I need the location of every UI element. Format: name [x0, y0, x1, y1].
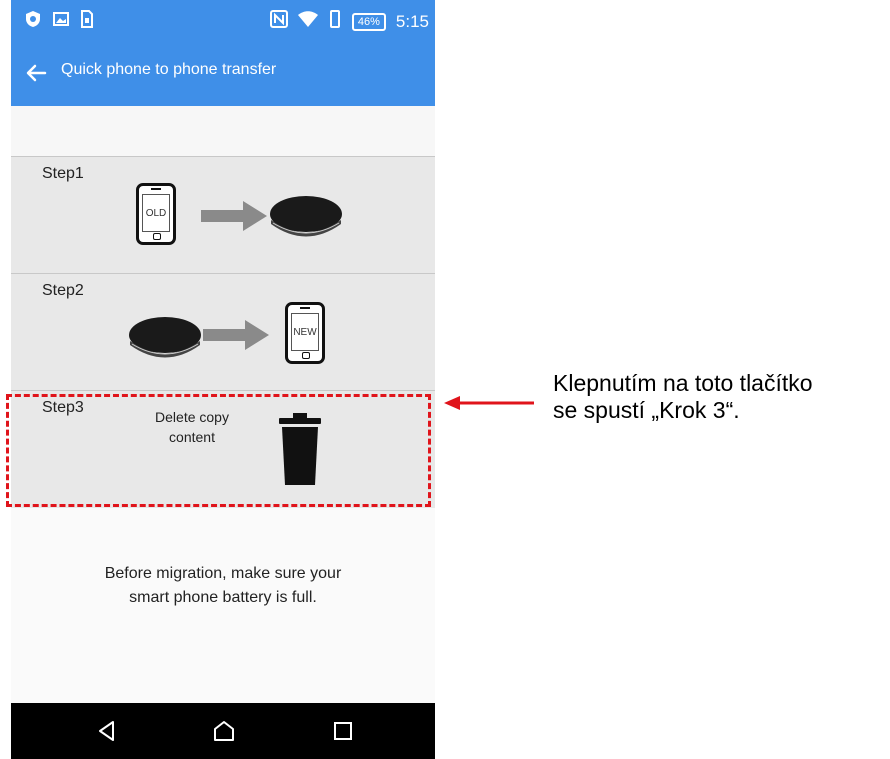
nav-back-icon[interactable] [95, 719, 119, 743]
step-1-label: Step1 [42, 165, 84, 182]
old-phone-label: OLD [142, 194, 170, 232]
step-2-row[interactable]: Step2 NEW [11, 273, 435, 391]
navigation-bar [11, 703, 435, 759]
wifi-icon [297, 10, 318, 33]
annotation-text: Klepnutím na toto tlačítko se spustí „Kr… [553, 370, 813, 423]
status-time: 5:15 [395, 11, 429, 31]
transfer-device-icon [270, 196, 342, 237]
arrow-left-icon[interactable] [25, 62, 47, 84]
arrow-right-icon [201, 201, 267, 231]
recents-icon[interactable] [331, 719, 355, 743]
app-bar: Quick phone to phone transfer [11, 40, 435, 106]
page-title: Quick phone to phone transfer [61, 61, 277, 78]
battery-notice: Before migration, make sure your smart p… [104, 565, 342, 606]
callout-arrow-icon [444, 396, 534, 410]
new-phone-label: NEW [291, 313, 319, 351]
step-3-highlight-frame [6, 394, 431, 507]
step-1-row[interactable]: Step1 OLD [11, 156, 435, 274]
arrow-right-icon [203, 320, 269, 350]
image-icon [53, 11, 69, 32]
nfc-icon [269, 10, 288, 33]
content-spacer [11, 106, 435, 156]
transfer-device-icon [129, 317, 201, 358]
phone-screen: 46% 5:15 Quick phone to phone transfer S… [11, 0, 435, 759]
status-bar: 46% 5:15 [11, 0, 435, 40]
step-2-label: Step2 [42, 282, 84, 299]
battery-icon: 46% [351, 12, 386, 31]
sim-icon [81, 10, 93, 33]
home-icon[interactable] [212, 719, 236, 743]
new-phone-icon: NEW [285, 302, 325, 364]
shield-icon [25, 10, 41, 33]
old-phone-icon: OLD [136, 183, 176, 245]
vibrate-icon [328, 10, 342, 33]
